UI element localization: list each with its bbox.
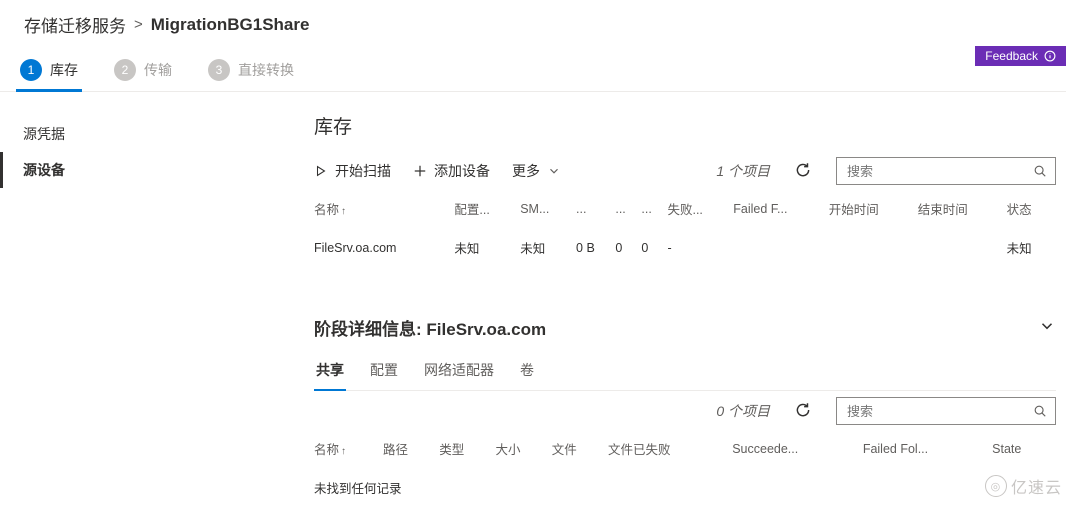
col-name[interactable]: 名称↑ xyxy=(314,433,383,468)
inventory-table: 名称↑ 配置... SM... ... ... ... 失败... Failed… xyxy=(314,193,1056,267)
col-succeeded[interactable]: Succeede... xyxy=(732,433,863,468)
col-failed[interactable]: 失败... xyxy=(667,193,733,228)
breadcrumb-current: MigrationBG1Share xyxy=(151,15,310,35)
breadcrumb-parent[interactable]: 存储迁移服务 xyxy=(24,12,126,37)
tab-volumes[interactable]: 卷 xyxy=(518,354,536,390)
table-row[interactable]: FileSrv.oa.com 未知 未知 0 B 0 0 - 未知 xyxy=(314,228,1056,267)
col-3[interactable]: ... xyxy=(576,193,615,228)
tab-network-adapters[interactable]: 网络适配器 xyxy=(422,354,496,390)
details-refresh-button[interactable] xyxy=(792,399,814,424)
col-5[interactable]: ... xyxy=(641,193,667,228)
step-transfer[interactable]: 2 传输 xyxy=(110,51,176,91)
add-device-button[interactable]: 添加设备 xyxy=(413,161,490,181)
tab-config[interactable]: 配置 xyxy=(368,354,400,390)
tab-shares[interactable]: 共享 xyxy=(314,354,346,390)
wizard-steps: 1 库存 2 传输 3 直接转换 xyxy=(0,45,1066,92)
table-header-row: 名称↑ 配置... SM... ... ... ... 失败... Failed… xyxy=(314,193,1056,228)
details-toolbar: 0 个项目 xyxy=(314,391,1056,433)
col-state[interactable]: 状态 xyxy=(1007,193,1056,228)
col-files-failed[interactable]: 文件已失败 xyxy=(608,433,732,468)
col-failed-fol[interactable]: Failed Fol... xyxy=(863,433,992,468)
plus-icon xyxy=(413,164,427,178)
refresh-icon xyxy=(794,401,812,419)
inventory-toolbar: 开始扫描 添加设备 更多 1 个项目 xyxy=(314,151,1056,193)
col-files[interactable]: 文件 xyxy=(552,433,608,468)
play-icon xyxy=(314,164,328,178)
col-name[interactable]: 名称↑ xyxy=(314,193,454,228)
watermark-logo-icon: ◎ xyxy=(985,475,1007,497)
col-sm[interactable]: SM... xyxy=(520,193,576,228)
sidebar: 源凭据 源设备 xyxy=(0,92,290,507)
step-badge: 2 xyxy=(114,59,136,81)
details-title: 阶段详细信息: FileSrv.oa.com xyxy=(314,315,546,340)
details-search[interactable] xyxy=(836,397,1056,425)
col-end[interactable]: 结束时间 xyxy=(918,193,1007,228)
sidebar-item-credentials[interactable]: 源凭据 xyxy=(0,116,290,152)
col-4[interactable]: ... xyxy=(615,193,641,228)
col-path[interactable]: 路径 xyxy=(383,433,439,468)
search-input[interactable] xyxy=(845,163,1033,180)
more-menu[interactable]: 更多 xyxy=(512,161,561,181)
refresh-button[interactable] xyxy=(792,159,814,184)
main-content: 库存 开始扫描 添加设备 更多 1 个项目 xyxy=(290,92,1066,507)
step-badge: 1 xyxy=(20,59,42,81)
collapse-toggle[interactable] xyxy=(1038,317,1056,338)
step-badge: 3 xyxy=(208,59,230,81)
table-header-row: 名称↑ 路径 类型 大小 文件 文件已失败 Succeede... Failed… xyxy=(314,433,1056,468)
inventory-search[interactable] xyxy=(836,157,1056,185)
step-cutover[interactable]: 3 直接转换 xyxy=(204,51,298,91)
col-failedf[interactable]: Failed F... xyxy=(733,193,829,228)
details-item-count: 0 个项目 xyxy=(716,401,770,421)
start-scan-button[interactable]: 开始扫描 xyxy=(314,161,391,181)
col-start[interactable]: 开始时间 xyxy=(829,193,918,228)
refresh-icon xyxy=(794,161,812,179)
chevron-down-icon xyxy=(547,164,561,178)
inventory-title: 库存 xyxy=(314,112,1056,139)
search-input[interactable] xyxy=(845,403,1033,420)
details-table: 名称↑ 路径 类型 大小 文件 文件已失败 Succeede... Failed… xyxy=(314,433,1056,507)
sidebar-item-source-devices[interactable]: 源设备 xyxy=(0,152,290,188)
col-config[interactable]: 配置... xyxy=(454,193,520,228)
breadcrumb-separator: > xyxy=(134,16,143,33)
info-icon xyxy=(1044,50,1056,62)
watermark: ◎ 亿速云 xyxy=(985,474,1062,498)
col-state[interactable]: State xyxy=(992,433,1056,468)
col-size[interactable]: 大小 xyxy=(495,433,551,468)
search-icon xyxy=(1033,404,1047,418)
col-type[interactable]: 类型 xyxy=(439,433,495,468)
step-inventory[interactable]: 1 库存 xyxy=(16,51,82,91)
item-count: 1 个项目 xyxy=(716,161,770,181)
chevron-down-icon xyxy=(1038,317,1056,335)
details-tabs: 共享 配置 网络适配器 卷 xyxy=(314,354,1056,391)
empty-state: 未找到任何记录 xyxy=(314,468,1056,507)
breadcrumb: 存储迁移服务 > MigrationBG1Share xyxy=(0,0,1066,45)
feedback-button[interactable]: Feedback xyxy=(975,46,1066,66)
search-icon xyxy=(1033,164,1047,178)
details-section: 阶段详细信息: FileSrv.oa.com 共享 配置 网络适配器 卷 0 个… xyxy=(314,315,1056,507)
